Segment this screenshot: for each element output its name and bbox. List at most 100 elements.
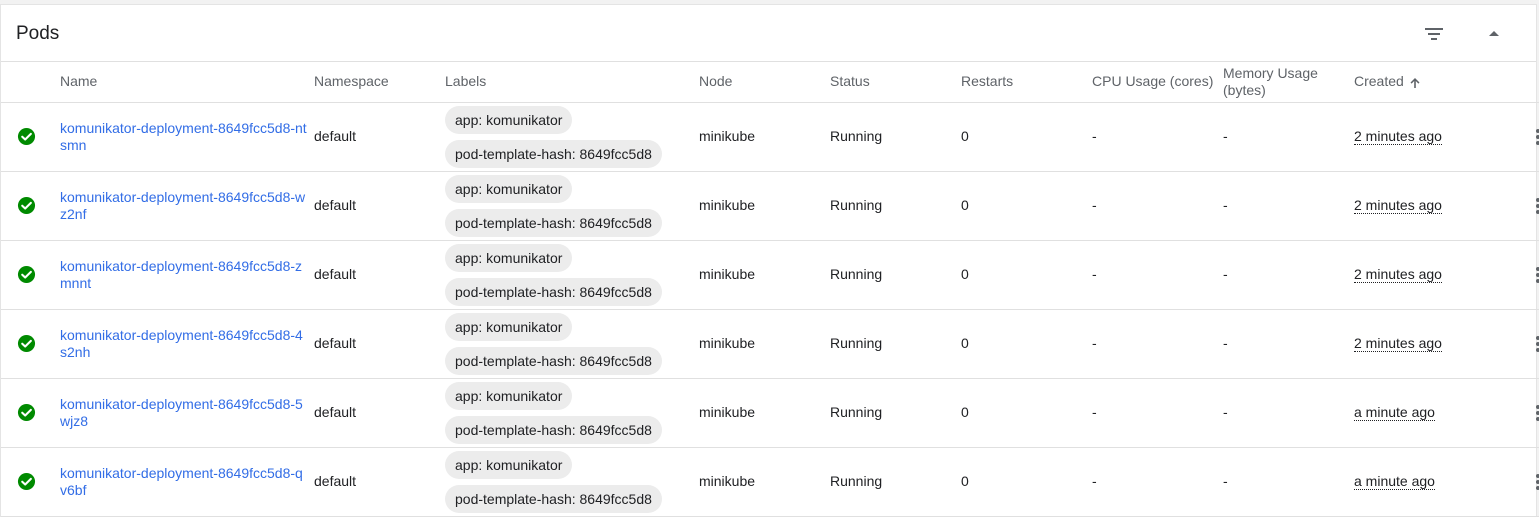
check-circle-icon — [17, 265, 36, 284]
check-circle-icon — [17, 196, 36, 215]
labels-cell: app: komunikator pod-template-hash: 8649… — [445, 447, 699, 517]
status-cell — [1, 378, 60, 448]
table-row[interactable]: komunikator-deployment-8649fcc5d8-4s2nh … — [1, 309, 1539, 379]
cpu-usage-cell: - — [1092, 102, 1223, 172]
card-header: Pods — [1, 5, 1536, 62]
memory-usage-cell: - — [1223, 102, 1354, 172]
table-row[interactable]: komunikator-deployment-8649fcc5d8-qv6bf … — [1, 447, 1539, 517]
memory-usage-cell: - — [1223, 240, 1354, 310]
label-chips: app: komunikator pod-template-hash: 8649… — [445, 105, 699, 168]
pod-name-link[interactable]: komunikator-deployment-8649fcc5d8-wz2nf — [60, 189, 314, 223]
table-row[interactable]: komunikator-deployment-8649fcc5d8-wz2nf … — [1, 171, 1539, 241]
status-cell — [1, 447, 60, 517]
name-cell: komunikator-deployment-8649fcc5d8-4s2nh — [60, 309, 314, 379]
label-chip: pod-template-hash: 8649fcc5d8 — [445, 139, 662, 168]
labels-cell: app: komunikator pod-template-hash: 8649… — [445, 171, 699, 241]
label-chip: pod-template-hash: 8649fcc5d8 — [445, 208, 662, 237]
pod-name-link[interactable]: komunikator-deployment-8649fcc5d8-5wjz8 — [60, 396, 314, 430]
table-row[interactable]: komunikator-deployment-8649fcc5d8-zmnnt … — [1, 240, 1539, 310]
namespace-cell: default — [314, 447, 445, 517]
pod-name-link[interactable]: komunikator-deployment-8649fcc5d8-ntsmn — [60, 120, 314, 154]
pod-name-link[interactable]: komunikator-deployment-8649fcc5d8-zmnnt — [60, 258, 314, 292]
created-cell: 2 minutes ago — [1354, 102, 1485, 172]
arrow-upward-icon[interactable] — [1408, 76, 1422, 90]
cpu-usage-cell: - — [1092, 447, 1223, 517]
namespace-cell: default — [314, 240, 445, 310]
node-cell: minikube — [699, 378, 830, 448]
memory-usage-cell: - — [1223, 447, 1354, 517]
label-chip: pod-template-hash: 8649fcc5d8 — [445, 277, 662, 306]
restarts-cell: 0 — [961, 309, 1092, 379]
status-cell — [1, 240, 60, 310]
label-chip: pod-template-hash: 8649fcc5d8 — [445, 415, 662, 444]
created-time: 2 minutes ago — [1354, 197, 1442, 214]
header-status[interactable]: Status — [830, 62, 961, 103]
collapse-button[interactable] — [1479, 19, 1509, 49]
labels-cell: app: komunikator pod-template-hash: 8649… — [445, 378, 699, 448]
header-created[interactable]: Created — [1354, 62, 1485, 103]
label-chips: app: komunikator pod-template-hash: 8649… — [445, 450, 699, 513]
memory-usage-cell: - — [1223, 171, 1354, 241]
more-vert-icon[interactable] — [1532, 265, 1539, 285]
label-chips: app: komunikator pod-template-hash: 8649… — [445, 312, 699, 375]
created-cell: a minute ago — [1354, 447, 1485, 517]
labels-cell: app: komunikator pod-template-hash: 8649… — [445, 309, 699, 379]
table-row[interactable]: komunikator-deployment-8649fcc5d8-5wjz8 … — [1, 378, 1539, 448]
header-actions — [1485, 62, 1539, 103]
header-cpu-usage: CPU Usage (cores) — [1092, 62, 1223, 103]
label-chip: app: komunikator — [445, 312, 573, 341]
header-namespace[interactable]: Namespace — [314, 62, 445, 103]
label-chip: app: komunikator — [445, 381, 573, 410]
label-chip: app: komunikator — [445, 174, 573, 203]
memory-usage-cell: - — [1223, 309, 1354, 379]
check-circle-icon — [17, 403, 36, 422]
namespace-cell: default — [314, 171, 445, 241]
header-node[interactable]: Node — [699, 62, 830, 103]
label-chip: app: komunikator — [445, 243, 573, 272]
name-cell: komunikator-deployment-8649fcc5d8-wz2nf — [60, 171, 314, 241]
more-vert-icon[interactable] — [1532, 334, 1539, 354]
node-cell: minikube — [699, 309, 830, 379]
cpu-usage-cell: - — [1092, 378, 1223, 448]
filter-button[interactable] — [1419, 19, 1449, 49]
created-time: a minute ago — [1354, 473, 1435, 490]
actions-cell — [1485, 447, 1539, 517]
more-vert-icon[interactable] — [1532, 472, 1539, 492]
namespace-cell: default — [314, 102, 445, 172]
status-text-cell: Running — [830, 240, 961, 310]
restarts-cell: 0 — [961, 171, 1092, 241]
header-restarts[interactable]: Restarts — [961, 62, 1092, 103]
label-chip: pod-template-hash: 8649fcc5d8 — [445, 484, 662, 513]
label-chips: app: komunikator pod-template-hash: 8649… — [445, 381, 699, 444]
header-created-label: Created — [1354, 73, 1404, 90]
node-cell: minikube — [699, 447, 830, 517]
check-circle-icon — [17, 472, 36, 491]
pod-name-link[interactable]: komunikator-deployment-8649fcc5d8-qv6bf — [60, 465, 314, 499]
namespace-cell: default — [314, 309, 445, 379]
created-time: a minute ago — [1354, 404, 1435, 421]
card-title: Pods — [16, 23, 60, 44]
node-cell: minikube — [699, 240, 830, 310]
cpu-usage-cell: - — [1092, 240, 1223, 310]
actions-cell — [1485, 102, 1539, 172]
status-cell — [1, 171, 60, 241]
label-chips: app: komunikator pod-template-hash: 8649… — [445, 243, 699, 306]
node-cell: minikube — [699, 102, 830, 172]
label-chip: app: komunikator — [445, 105, 573, 134]
status-text-cell: Running — [830, 447, 961, 517]
pod-name-link[interactable]: komunikator-deployment-8649fcc5d8-4s2nh — [60, 327, 314, 361]
header-name[interactable]: Name — [60, 62, 314, 103]
node-cell: minikube — [699, 171, 830, 241]
more-vert-icon[interactable] — [1532, 196, 1539, 216]
pods-table: Name Namespace Labels Node Status Restar… — [1, 62, 1539, 517]
labels-cell: app: komunikator pod-template-hash: 8649… — [445, 240, 699, 310]
more-vert-icon[interactable] — [1532, 403, 1539, 423]
created-time: 2 minutes ago — [1354, 128, 1442, 145]
restarts-cell: 0 — [961, 102, 1092, 172]
table-row[interactable]: komunikator-deployment-8649fcc5d8-ntsmn … — [1, 102, 1539, 172]
created-cell: 2 minutes ago — [1354, 240, 1485, 310]
status-cell — [1, 309, 60, 379]
created-time: 2 minutes ago — [1354, 335, 1442, 352]
more-vert-icon[interactable] — [1532, 127, 1539, 147]
label-chip: pod-template-hash: 8649fcc5d8 — [445, 346, 662, 375]
